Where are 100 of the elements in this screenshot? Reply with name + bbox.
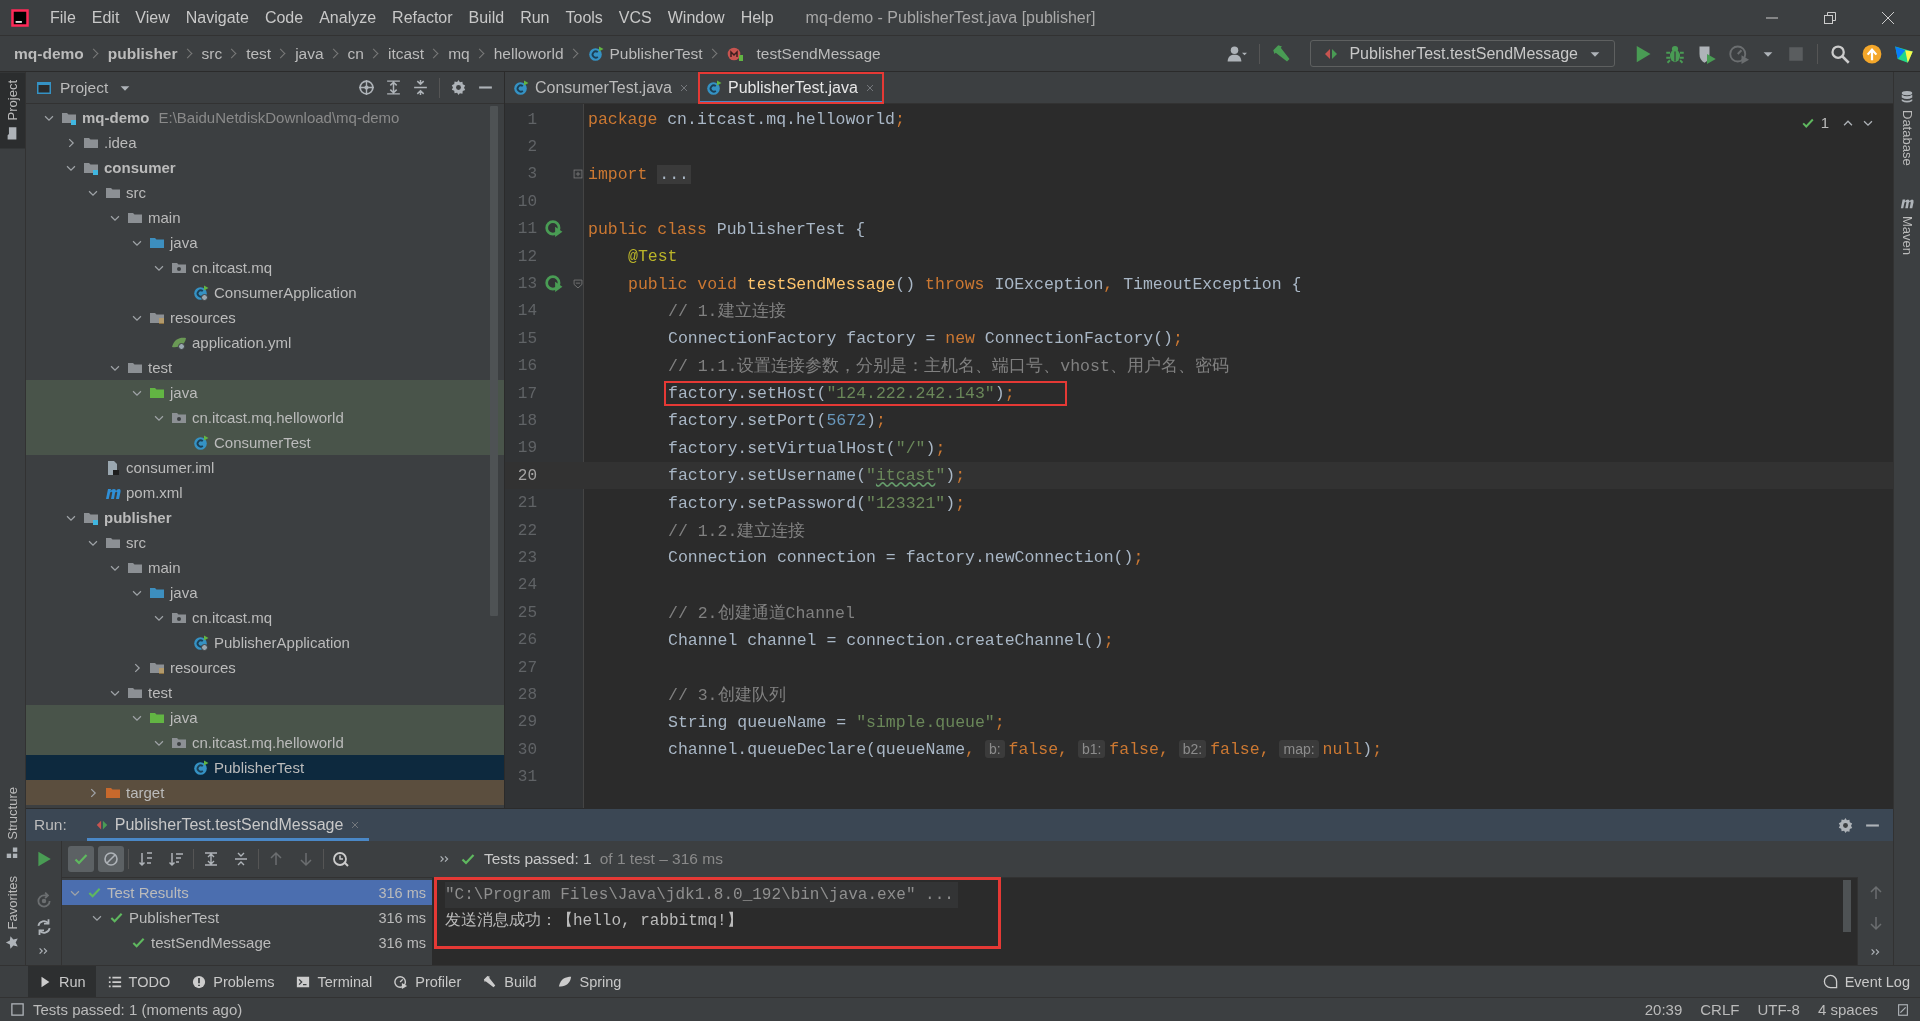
tree-row[interactable]: target (26, 780, 504, 805)
tool-window-button[interactable]: Build (473, 966, 547, 997)
tool-window-button[interactable]: Spring (548, 966, 632, 997)
show-passed-toggle[interactable] (68, 846, 94, 872)
editor-tab[interactable]: PublisherTest.java (697, 72, 884, 104)
breadcrumb-item[interactable]: testSendMessage (756, 44, 881, 63)
side-tool-tab[interactable]: Project (0, 72, 25, 149)
tree-item[interactable]: src (126, 534, 146, 551)
tree-row[interactable]: java (26, 380, 504, 405)
tree-item[interactable]: java (170, 384, 198, 401)
side-tool-tab[interactable]: Structure (0, 778, 25, 868)
menu-item[interactable]: Window (659, 8, 733, 27)
tool-window-button[interactable]: Profiler (384, 966, 472, 997)
menu-item[interactable]: Analyze (311, 8, 385, 27)
run-tab[interactable]: PublisherTest.testSendMessage (86, 809, 370, 841)
side-tool-tab[interactable]: Favorites (0, 867, 25, 957)
tool-window-button[interactable]: TODO (97, 966, 181, 997)
tree-row[interactable]: cn.itcast.mq.helloworld (26, 405, 504, 430)
test-item[interactable]: PublisherTest (129, 909, 220, 926)
tree-item[interactable]: PublisherTest (214, 759, 305, 776)
status-bar-item[interactable]: CRLF (1700, 1001, 1740, 1018)
collapse-all-icon[interactable] (412, 79, 429, 96)
tool-window-button[interactable]: Terminal (286, 966, 383, 997)
down-arrow-icon[interactable] (1867, 915, 1884, 931)
menu-item[interactable]: Help (732, 8, 782, 27)
status-bar-item[interactable]: 4 spaces (1817, 1001, 1878, 1018)
menu-item[interactable]: Run (512, 8, 558, 27)
tree-item[interactable]: java (170, 709, 198, 726)
tree-item[interactable]: publisher (104, 509, 172, 526)
breadcrumb-item[interactable]: cn (347, 44, 364, 63)
tree-item[interactable]: java (170, 234, 198, 251)
lock-icon[interactable] (1896, 1002, 1910, 1017)
menu-item[interactable]: Code (256, 8, 312, 27)
menu-item[interactable]: Edit (83, 8, 128, 27)
fold-expand-icon[interactable] (570, 167, 585, 182)
breadcrumb-item[interactable]: test (246, 44, 272, 63)
run-test-icon[interactable] (545, 220, 563, 239)
inspection-count[interactable]: 1 (1820, 114, 1829, 131)
status-bar-item[interactable]: UTF-8 (1757, 1001, 1800, 1018)
tree-item[interactable]: java (170, 584, 198, 601)
tree-item[interactable]: PublisherApplication (214, 634, 350, 651)
tree-item[interactable]: mq-demo (82, 109, 150, 126)
test-item[interactable]: testSendMessage (151, 934, 272, 951)
menu-item[interactable]: Navigate (177, 8, 257, 27)
tree-item[interactable]: .idea (104, 134, 137, 151)
menu-item[interactable]: Tools (557, 8, 611, 27)
tree-item[interactable]: test (148, 684, 173, 701)
breadcrumb-item[interactable]: helloworld (493, 44, 564, 63)
tree-row[interactable]: PublisherTest (26, 755, 504, 780)
tree-item[interactable]: src (126, 184, 146, 201)
run-test-icon[interactable] (545, 275, 563, 294)
tree-item[interactable]: application.yml (192, 334, 292, 351)
bug-icon[interactable] (1665, 43, 1685, 64)
editor-tab[interactable]: ConsumerTest.java (505, 72, 698, 104)
tree-item[interactable]: cn.itcast.mq.helloworld (192, 409, 344, 426)
status-bar-item[interactable]: 20:39 (1644, 1001, 1683, 1018)
tree-item[interactable]: test (148, 359, 173, 376)
tree-item[interactable]: cn.itcast.mq.helloworld (192, 734, 344, 751)
show-ignored-toggle[interactable] (98, 846, 124, 872)
tree-item[interactable]: cn.itcast.mq (192, 259, 273, 276)
scrollbar-thumb[interactable] (1843, 880, 1851, 932)
tree-item[interactable]: ConsumerTest (214, 434, 311, 451)
tree-row[interactable]: java (26, 705, 504, 730)
tree-row[interactable]: ConsumerTest (26, 430, 504, 455)
menu-item[interactable]: Refactor (384, 8, 461, 27)
menu-item[interactable]: File (42, 8, 84, 27)
side-tool-tab[interactable]: Maven (1894, 187, 1920, 263)
breadcrumb-item[interactable]: publisher (107, 44, 178, 63)
menu-item[interactable]: View (127, 8, 178, 27)
tree-item[interactable]: resources (170, 659, 236, 676)
tool-window-button[interactable]: Problems (182, 966, 285, 997)
tree-item[interactable]: target (126, 784, 165, 801)
tree-item[interactable]: consumer (104, 159, 176, 176)
update-icon[interactable] (1862, 43, 1882, 64)
tree-item[interactable]: resources (170, 309, 236, 326)
tool-window-button[interactable]: Run (28, 966, 96, 997)
tree-item[interactable]: ConsumerApplication (214, 284, 357, 301)
panel-title[interactable]: Project (60, 78, 109, 97)
tree-item[interactable]: main (148, 209, 181, 226)
expand-all-icon[interactable] (385, 79, 402, 96)
run-configuration-dropdown[interactable]: PublisherTest.testSendMessage (1310, 40, 1615, 67)
tree-item[interactable]: cn.itcast.mq (192, 609, 273, 626)
breadcrumb-item[interactable]: mq (448, 44, 470, 63)
breadcrumb-item[interactable]: src (201, 44, 223, 63)
panel-toggle-icon[interactable] (10, 1002, 25, 1017)
settings-icon[interactable] (1837, 816, 1854, 834)
tree-row[interactable]: cn.itcast.mq.helloworld (26, 730, 504, 755)
tree-item[interactable]: consumer.iml (126, 459, 215, 476)
breadcrumb-item[interactable]: itcast (388, 44, 425, 63)
restore-icon[interactable] (1822, 9, 1838, 26)
breadcrumb-item[interactable]: java (295, 44, 324, 63)
close-icon[interactable] (1880, 9, 1896, 26)
breadcrumb-item[interactable]: PublisherTest (609, 44, 703, 63)
settings-icon[interactable] (450, 79, 467, 96)
tree-item[interactable]: pom.xml (126, 484, 183, 501)
tree-item[interactable]: main (148, 559, 181, 576)
search-icon[interactable] (1830, 43, 1850, 64)
breadcrumb-item[interactable]: mq-demo (14, 44, 84, 63)
gauge-icon[interactable] (1729, 43, 1749, 64)
menu-item[interactable]: VCS (610, 8, 660, 27)
